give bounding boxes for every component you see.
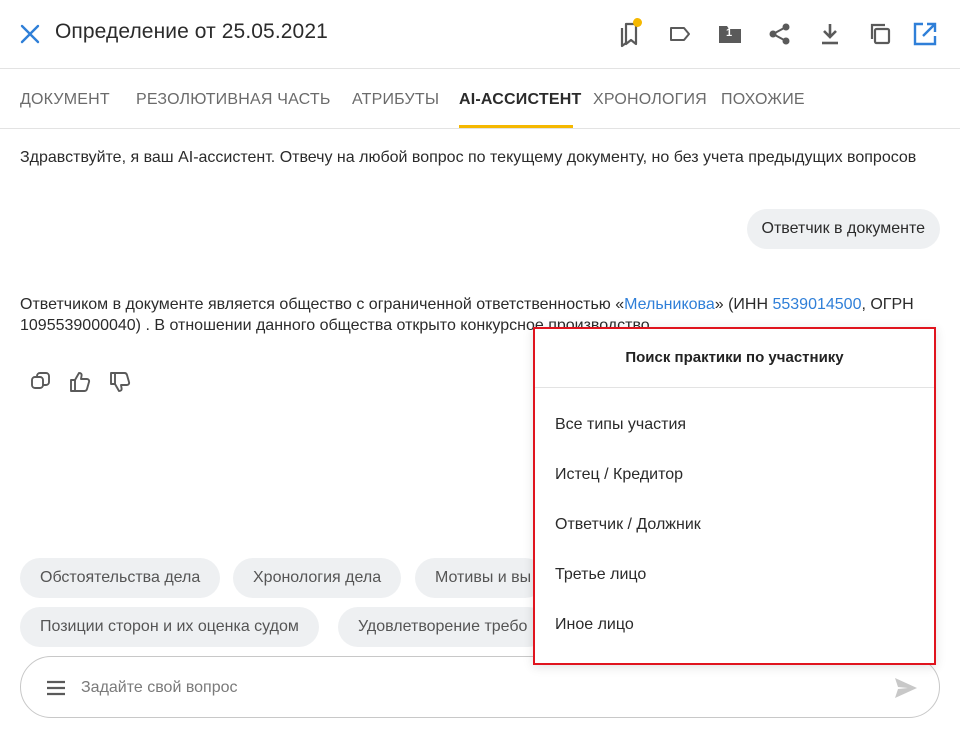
copy-button[interactable] bbox=[864, 18, 896, 50]
tab-resolution[interactable]: Резолютивная часть bbox=[136, 91, 331, 109]
menu-item-other[interactable]: Иное лицо bbox=[555, 616, 634, 634]
page-title: Определение от 25.05.2021 bbox=[55, 20, 328, 43]
question-input-box bbox=[20, 656, 940, 718]
user-message-bubble: Ответчик в документе bbox=[746, 209, 940, 249]
answer-text: Ответчиком в документе является общество… bbox=[20, 296, 625, 313]
answer-text: » (ИНН bbox=[714, 296, 773, 313]
participant-practice-popup: Поиск практики по участнику Все типы уча… bbox=[533, 327, 936, 665]
document-header: Определение от 25.05.2021 1 bbox=[0, 0, 960, 68]
notification-dot bbox=[633, 18, 642, 27]
menu-item-plaintiff[interactable]: Истец / Кредитор bbox=[555, 466, 683, 484]
tabs-divider bbox=[0, 128, 960, 129]
open-external-button[interactable] bbox=[909, 18, 941, 50]
download-icon bbox=[822, 24, 838, 45]
copy-icon bbox=[870, 23, 891, 45]
download-button[interactable] bbox=[814, 18, 846, 50]
tab-attributes[interactable]: Атрибуты bbox=[352, 91, 439, 109]
dislike-button[interactable] bbox=[108, 370, 132, 394]
assistant-greeting: Здравствуйте, я ваш AI-ассистент. Отвечу… bbox=[20, 149, 917, 166]
tab-bar: Документ Резолютивная часть Атрибуты AI-… bbox=[0, 69, 960, 129]
tab-similar[interactable]: Похожие bbox=[721, 91, 805, 109]
suggestion-chip[interactable]: Позиции сторон и их оценка судом bbox=[20, 607, 319, 647]
share-button[interactable] bbox=[764, 18, 796, 50]
suggestion-chip[interactable]: Удовлетворение требо bbox=[338, 607, 548, 647]
inn-link[interactable]: 5539014500 bbox=[772, 296, 861, 313]
tab-document[interactable]: Документ bbox=[20, 91, 110, 109]
popup-divider bbox=[535, 387, 934, 388]
external-link-icon bbox=[913, 22, 937, 46]
share-icon bbox=[769, 23, 790, 45]
popup-title: Поиск практики по участнику bbox=[625, 349, 844, 366]
menu-item-third-party[interactable]: Третье лицо bbox=[555, 566, 646, 584]
close-icon[interactable] bbox=[18, 22, 42, 46]
folder-count: 1 bbox=[726, 27, 733, 39]
bookmark-button[interactable] bbox=[614, 18, 646, 50]
menu-item-all-types[interactable]: Все типы участия bbox=[555, 416, 686, 434]
label-button[interactable] bbox=[664, 18, 696, 50]
thumbs-up-icon bbox=[70, 372, 91, 392]
send-icon[interactable] bbox=[893, 675, 919, 701]
copy-icon bbox=[31, 372, 50, 389]
menu-icon[interactable] bbox=[44, 676, 68, 700]
tab-chronology[interactable]: Хронология bbox=[593, 91, 707, 109]
suggestion-chip[interactable]: Хронология дела bbox=[233, 558, 402, 598]
tab-ai-assistant[interactable]: AI-ассистент bbox=[459, 91, 581, 109]
company-link[interactable]: Мельникова bbox=[624, 296, 715, 313]
thumbs-down-icon bbox=[110, 372, 131, 392]
folder-button[interactable]: 1 bbox=[714, 18, 746, 50]
menu-item-defendant[interactable]: Ответчик / Должник bbox=[555, 516, 701, 534]
suggestion-chip[interactable]: Обстоятельства дела bbox=[20, 558, 221, 598]
question-input[interactable] bbox=[81, 671, 861, 705]
suggestion-chip[interactable]: Мотивы и вы bbox=[415, 558, 545, 598]
tag-icon bbox=[670, 27, 690, 41]
like-button[interactable] bbox=[68, 370, 92, 394]
copy-answer-button[interactable] bbox=[29, 370, 53, 394]
